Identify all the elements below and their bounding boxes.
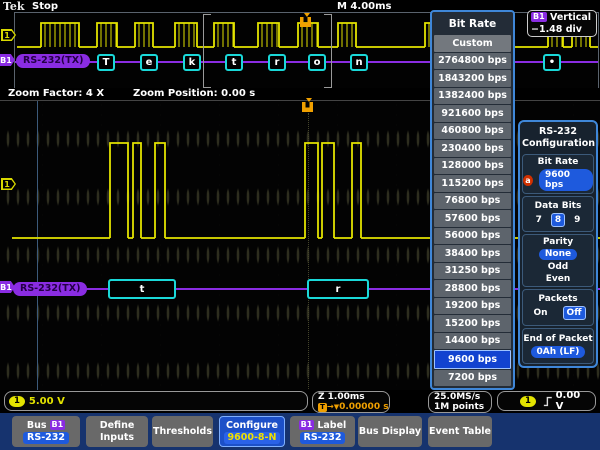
bit-rate-option-1843200-bps[interactable]: 1843200 bps xyxy=(434,70,511,87)
trigger-position-icon-overview[interactable] xyxy=(300,13,313,28)
bus-b1-marker-overview[interactable]: B1 xyxy=(0,54,15,66)
parity-option-even[interactable]: Even xyxy=(546,274,571,284)
acquisition-readout[interactable]: 25.0MS/s 1M points xyxy=(428,391,492,413)
b1-vertical-value: −1.48 div xyxy=(531,24,582,35)
zoom-region-bracket-right[interactable] xyxy=(324,14,332,88)
bit-rate-option-1382400-bps[interactable]: 1382400 bps xyxy=(434,88,511,105)
timebase-readout: M 4.00ms xyxy=(337,1,391,12)
acquisition-status: Stop xyxy=(32,1,58,12)
config-data-bits-softkey[interactable]: Data Bits 7 8 9 xyxy=(522,196,594,232)
zoom-region-bracket-left[interactable] xyxy=(203,14,211,88)
center-graticule-line xyxy=(308,113,309,389)
bit-rate-option-28800-bps[interactable]: 28800 bps xyxy=(434,280,511,297)
status-readout-bar: 1 5.00 V Z 1.00ms T→▼0.00000 s 25.0MS/s … xyxy=(0,390,600,414)
menu-button-value: RS-232 xyxy=(300,432,346,444)
bit-rate-option-57600-bps[interactable]: 57600 bps xyxy=(434,210,511,227)
zoom-position-readout: Zoom Position: 0.00 s xyxy=(133,88,255,99)
bit-rate-menu: Bit Rate Custom2764800 bps1843200 bps138… xyxy=(430,10,515,390)
bus-label-pill-overview[interactable]: RS-232(TX) xyxy=(16,54,90,68)
data-bits-option-9[interactable]: 9 xyxy=(571,214,583,226)
menu-button-label[interactable]: B1LabelRS-232 xyxy=(290,416,355,447)
bit-rate-option-14400-bps[interactable]: 14400 bps xyxy=(434,333,511,350)
b1-badge: B1 xyxy=(531,12,547,22)
parity-option-none[interactable]: None xyxy=(539,249,577,260)
bottom-menu-bar: BusB1RS-232DefineInputsThresholdsConfigu… xyxy=(0,413,600,450)
bit-rate-option-76800-bps[interactable]: 76800 bps xyxy=(434,193,511,210)
window-edge-line xyxy=(37,101,38,392)
bit-rate-option-128000-bps[interactable]: 128000 bps xyxy=(434,158,511,175)
bit-rate-option-56000-bps[interactable]: 56000 bps xyxy=(434,228,511,245)
menu-button-bus-display[interactable]: Bus Display xyxy=(358,416,422,447)
bit-rate-menu-items: Custom2764800 bps1843200 bps1382400 bps9… xyxy=(434,35,511,386)
bit-rate-option-38400-bps[interactable]: 38400 bps xyxy=(434,245,511,262)
rising-edge-icon xyxy=(543,395,553,408)
data-bits-option-8[interactable]: 8 xyxy=(551,213,565,227)
config-panel-title: RS-232 Configuration xyxy=(522,124,594,152)
menu-button-bus[interactable]: BusB1RS-232 xyxy=(12,416,80,447)
bit-rate-value: 9600 bps xyxy=(539,169,593,191)
bit-rate-menu-title: Bit Rate xyxy=(434,13,511,35)
trigger-source-badge-icon: 1 xyxy=(520,396,536,407)
bit-rate-option-460800-bps[interactable]: 460800 bps xyxy=(434,123,511,140)
arrow-right-icon: → xyxy=(327,402,334,411)
decoded-char-box: r xyxy=(268,54,286,71)
decoded-char-box: k xyxy=(183,54,201,71)
bit-rate-option-9600-bps[interactable]: 9600 bps xyxy=(434,350,511,369)
menu-button-value: 9600-8-N xyxy=(224,432,281,444)
decoded-char-box: e xyxy=(140,54,158,71)
trigger-t-icon: T xyxy=(318,403,327,412)
menu-button-event-table[interactable]: Event Table xyxy=(428,416,492,447)
multipurpose-knob-a-icon: a xyxy=(523,175,533,186)
trigger-position-icon-zoom[interactable] xyxy=(302,98,315,113)
config-end-of-packet-softkey[interactable]: End of Packet 0Ah (LF) xyxy=(522,328,594,364)
decoded-char-box: n xyxy=(350,54,368,71)
zoom-factor-readout: Zoom Factor: 4 X xyxy=(8,88,104,99)
b1-vertical-readout: B1 Vertical −1.48 div xyxy=(527,10,597,37)
decoded-char-box: T xyxy=(97,54,115,71)
bit-rate-option-921600-bps[interactable]: 921600 bps xyxy=(434,105,511,122)
decoded-char-box: • xyxy=(543,54,561,71)
decoded-char-box: r xyxy=(307,279,369,299)
ch1-scale-readout[interactable]: 1 5.00 V xyxy=(4,391,308,411)
packets-option-on[interactable]: On xyxy=(530,307,550,319)
menu-button-value: RS-232 xyxy=(23,432,69,444)
bus-label-pill-zoom[interactable]: RS-232(TX) xyxy=(13,282,87,296)
oscilloscope-screen: Tek Stop M 4.00ms RS-232(TX) Tektron• 1 … xyxy=(0,0,600,450)
b1-badge: B1 xyxy=(299,420,315,430)
bit-rate-option-230400-bps[interactable]: 230400 bps xyxy=(434,140,511,157)
config-bit-rate-softkey[interactable]: Bit Rate a 9600 bps xyxy=(522,154,594,194)
config-parity-softkey[interactable]: Parity None Odd Even xyxy=(522,234,594,287)
menu-button-configure[interactable]: Configure9600-8-N xyxy=(219,416,285,447)
menu-button-define-inputs[interactable]: DefineInputs xyxy=(86,416,148,447)
decoded-char-box: o xyxy=(308,54,326,71)
packets-option-off[interactable]: Off xyxy=(563,306,586,320)
bit-rate-option-15200-bps[interactable]: 15200 bps xyxy=(434,315,511,332)
decoded-char-box: t xyxy=(225,54,243,71)
data-bits-option-7[interactable]: 7 xyxy=(533,214,545,226)
bit-rate-option-custom[interactable]: Custom xyxy=(434,35,511,52)
zoom-scale-readout[interactable]: Z 1.00ms T→▼0.00000 s xyxy=(312,391,390,413)
config-packets-softkey[interactable]: Packets On Off xyxy=(522,289,594,325)
menu-button-thresholds[interactable]: Thresholds xyxy=(152,416,213,447)
bit-rate-option-7200-bps[interactable]: 7200 bps xyxy=(434,370,511,387)
decoded-char-box: t xyxy=(108,279,176,299)
bit-rate-option-19200-bps[interactable]: 19200 bps xyxy=(434,298,511,315)
bit-rate-option-2764800-bps[interactable]: 2764800 bps xyxy=(434,53,511,70)
rs232-configuration-panel: RS-232 Configuration Bit Rate a 9600 bps… xyxy=(518,120,598,368)
bit-rate-option-31250-bps[interactable]: 31250 bps xyxy=(434,263,511,280)
b1-badge: B1 xyxy=(50,420,66,430)
bit-rate-option-115200-bps[interactable]: 115200 bps xyxy=(434,175,511,192)
parity-option-odd[interactable]: Odd xyxy=(548,262,569,272)
trigger-level-readout[interactable]: 1 0.00 V xyxy=(497,391,596,411)
end-of-packet-value: 0Ah (LF) xyxy=(531,346,586,358)
ch1-badge-icon: 1 xyxy=(9,396,25,407)
